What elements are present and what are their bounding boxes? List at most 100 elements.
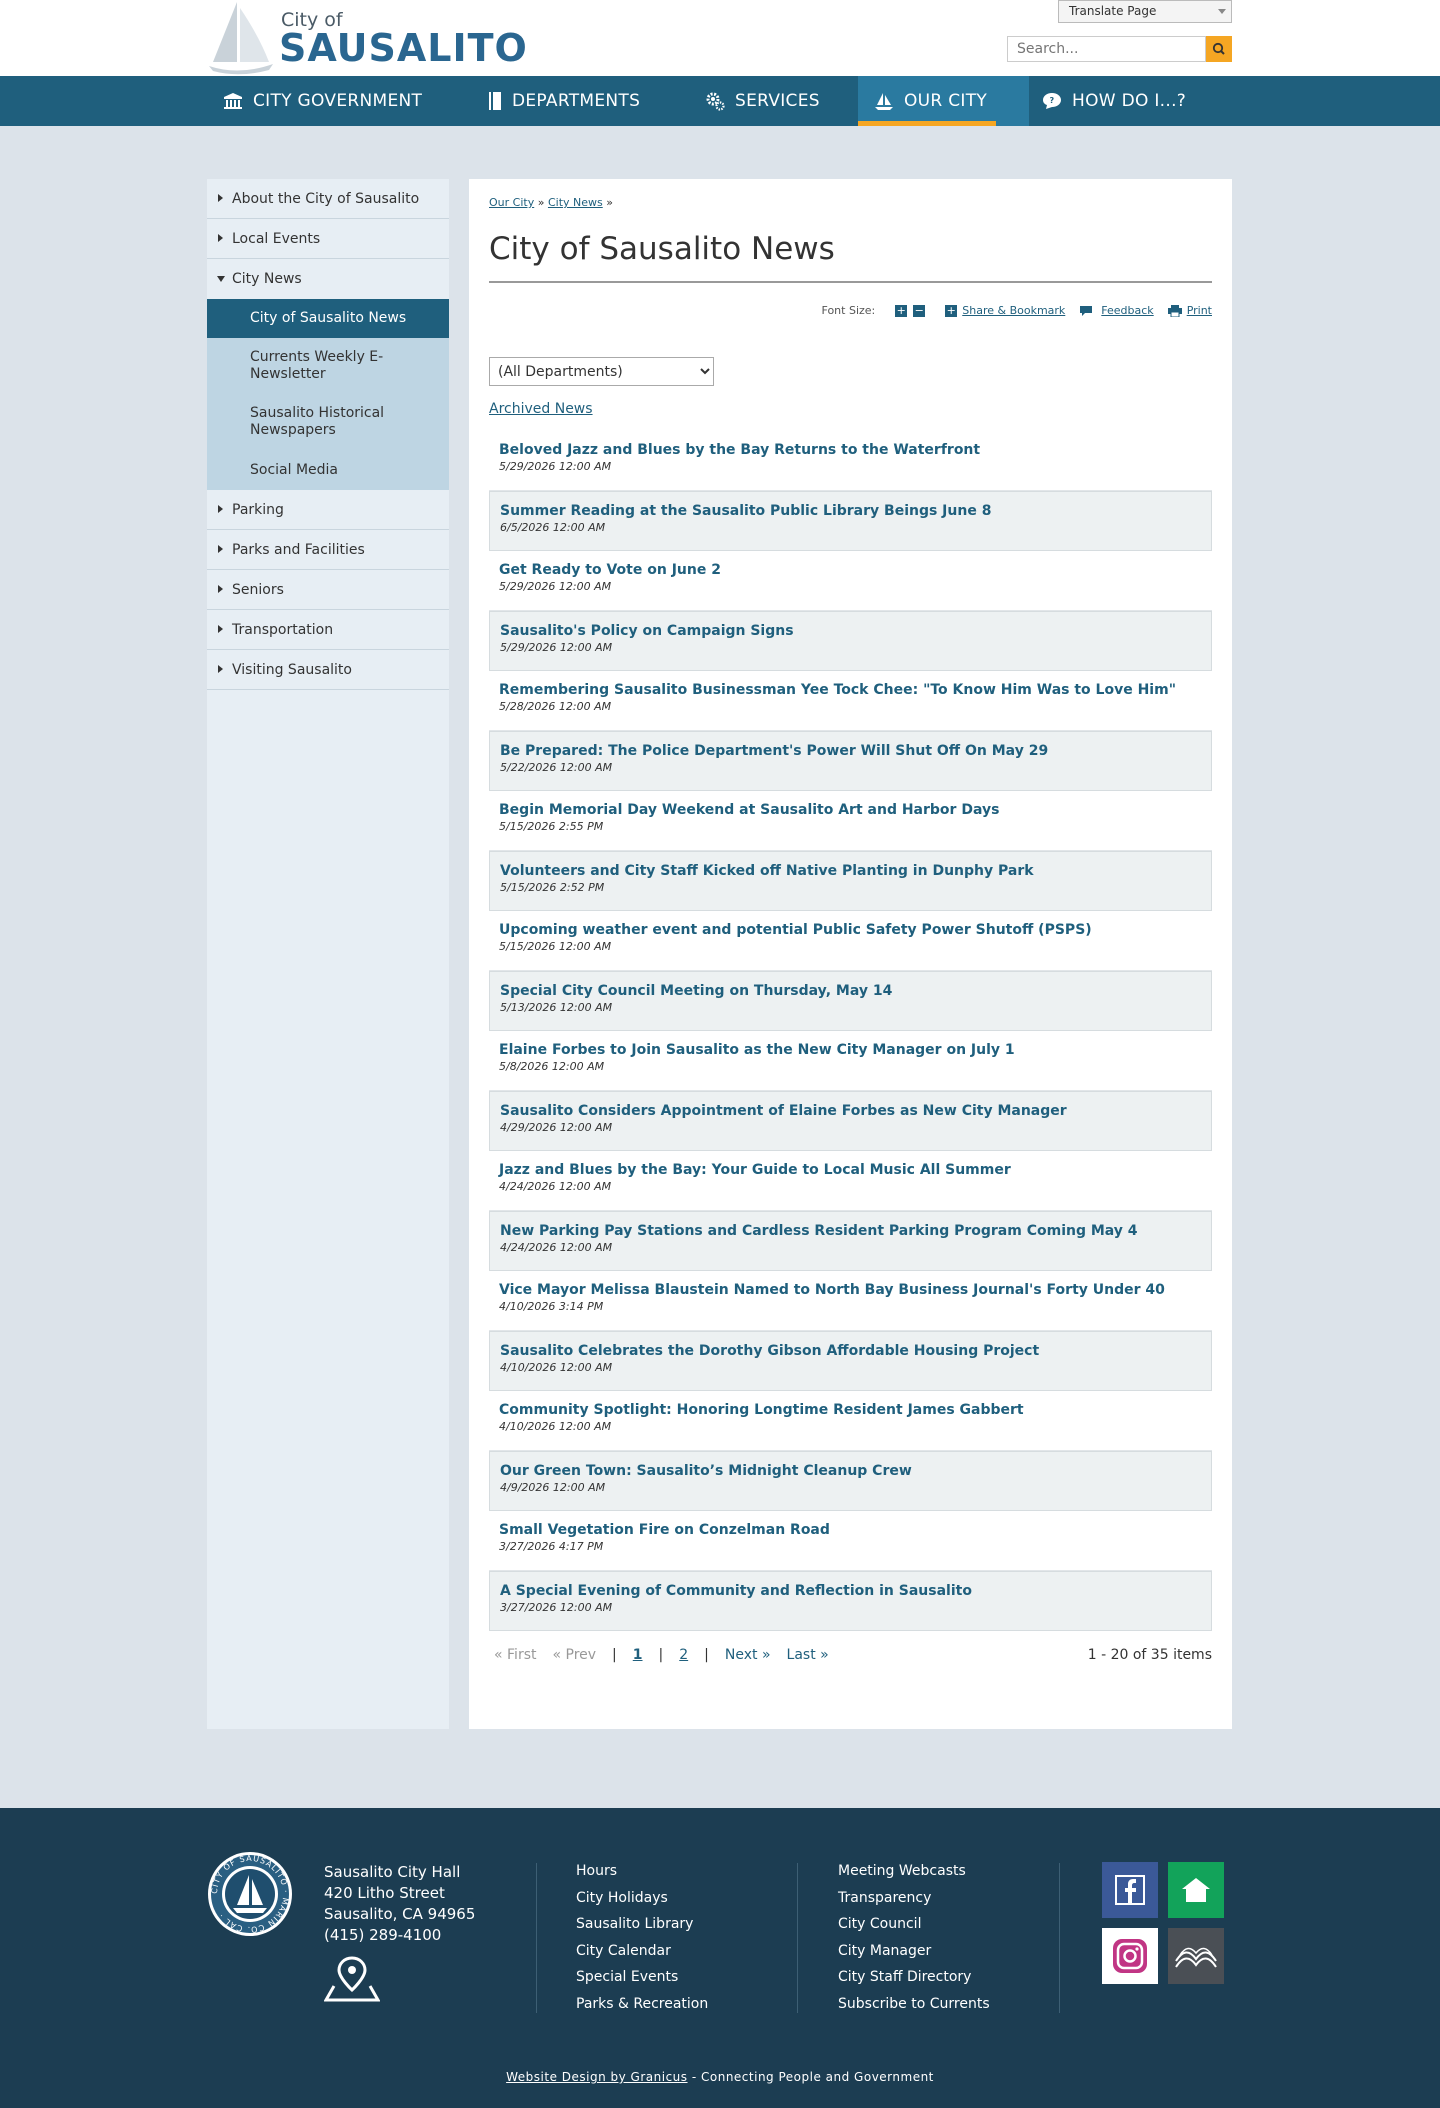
- translate-label: Translate Page: [1069, 4, 1157, 18]
- site-header: City of SAUSALITO Translate Page: [0, 0, 1440, 76]
- pager-page-2[interactable]: 2: [679, 1647, 688, 1663]
- nav-our-city[interactable]: OUR CITY: [858, 76, 1029, 126]
- news-title-link[interactable]: Summer Reading at the Sausalito Public L…: [500, 502, 1201, 520]
- news-title-link[interactable]: Our Green Town: Sausalito’s Midnight Cle…: [500, 1462, 1201, 1480]
- nav-how-do-i[interactable]: ? HOW DO I...?: [1042, 76, 1186, 126]
- sidebar-item-visiting[interactable]: Visiting Sausalito: [207, 650, 449, 690]
- font-decrease-icon[interactable]: −: [913, 304, 926, 317]
- news-date: 5/8/2026 12:00 AM: [499, 1060, 605, 1073]
- sidebar-item-label: Parks and Facilities: [232, 541, 365, 558]
- news-title-link[interactable]: Upcoming weather event and potential Pub…: [499, 921, 1202, 939]
- breadcrumb-city-news[interactable]: City News: [548, 196, 603, 209]
- sidebar-subitem-historical[interactable]: Sausalito Historical Newspapers: [207, 394, 449, 450]
- search-button[interactable]: [1206, 36, 1232, 62]
- department-select[interactable]: (All Departments): [489, 357, 714, 386]
- news-title-link[interactable]: Sausalito Considers Appointment of Elain…: [500, 1102, 1201, 1120]
- nav-departments[interactable]: DEPARTMENTS: [488, 76, 640, 126]
- triangle-right-icon: [218, 505, 223, 513]
- footer-link-council[interactable]: City Council: [838, 1911, 990, 1938]
- archived-news-link[interactable]: Archived News: [489, 401, 593, 417]
- pager-separator: |: [612, 1647, 617, 1663]
- sidebar-subitem-city-news[interactable]: City of Sausalito News: [207, 299, 449, 338]
- footer-link-transparency[interactable]: Transparency: [838, 1885, 990, 1912]
- nav-city-government[interactable]: CITY GOVERNMENT: [223, 76, 422, 126]
- pager-page-1[interactable]: 1: [633, 1647, 643, 1663]
- address-line: Sausalito, CA 94965: [324, 1905, 476, 1923]
- bridge-button[interactable]: [1168, 1928, 1224, 1984]
- breadcrumb-our-city[interactable]: Our City: [489, 196, 534, 209]
- nav-label: DEPARTMENTS: [512, 91, 641, 111]
- news-title-link[interactable]: Beloved Jazz and Blues by the Bay Return…: [499, 441, 1202, 459]
- footer-link-manager[interactable]: City Manager: [838, 1938, 990, 1965]
- news-title-link[interactable]: Sausalito's Policy on Campaign Signs: [500, 622, 1201, 640]
- news-title-link[interactable]: Be Prepared: The Police Department's Pow…: [500, 742, 1201, 760]
- footer-link-hours[interactable]: Hours: [576, 1858, 708, 1885]
- nav-services[interactable]: SERVICES: [705, 76, 820, 126]
- sidebar-item-label: Visiting Sausalito: [232, 661, 352, 678]
- footer-link-special-events[interactable]: Special Events: [576, 1964, 708, 1991]
- sidebar-subitem-currents[interactable]: Currents Weekly E-Newsletter: [207, 338, 449, 394]
- footer-links-col2: Meeting Webcasts Transparency City Counc…: [838, 1858, 990, 2017]
- map-pin-icon[interactable]: [324, 1956, 380, 2002]
- sidebar-item-about[interactable]: About the City of Sausalito: [207, 179, 449, 219]
- footer-link-staff-directory[interactable]: City Staff Directory: [838, 1964, 990, 1991]
- news-date: 5/29/2026 12:00 AM: [499, 580, 612, 593]
- news-title-link[interactable]: Community Spotlight: Honoring Longtime R…: [499, 1401, 1202, 1419]
- translate-dropdown[interactable]: Translate Page: [1058, 0, 1232, 23]
- site-logo[interactable]: City of SAUSALITO: [207, 0, 527, 76]
- news-title-link[interactable]: Small Vegetation Fire on Conzelman Road: [499, 1521, 1202, 1539]
- nav-label: CITY GOVERNMENT: [253, 91, 423, 111]
- news-title-link[interactable]: A Special Evening of Community and Refle…: [500, 1582, 1201, 1600]
- sidebar-item-label: About the City of Sausalito: [232, 190, 420, 207]
- facebook-button[interactable]: [1102, 1862, 1158, 1918]
- sidebar-item-transportation[interactable]: Transportation: [207, 610, 449, 650]
- news-item: Small Vegetation Fire on Conzelman Road 3…: [489, 1511, 1212, 1571]
- print-link[interactable]: Print: [1187, 304, 1212, 317]
- news-date: 4/9/2026 12:00 AM: [500, 1481, 606, 1494]
- news-title-link[interactable]: Remembering Sausalito Businessman Yee To…: [499, 681, 1202, 699]
- news-item: Get Ready to Vote on June 2 5/29/2026 12:…: [489, 551, 1212, 611]
- footer-link-holidays[interactable]: City Holidays: [576, 1885, 708, 1912]
- footer-link-calendar[interactable]: City Calendar: [576, 1938, 708, 1965]
- footer-link-webcasts[interactable]: Meeting Webcasts: [838, 1858, 990, 1885]
- footer-link-parks-rec[interactable]: Parks & Recreation: [576, 1991, 708, 2018]
- sidebar-item-parking[interactable]: Parking: [207, 490, 449, 530]
- sidebar-item-parks[interactable]: Parks and Facilities: [207, 530, 449, 570]
- sidebar-item-local-events[interactable]: Local Events: [207, 219, 449, 259]
- news-item: Sausalito's Policy on Campaign Signs 5/29…: [489, 611, 1212, 671]
- triangle-right-icon: [218, 194, 223, 202]
- news-title-link[interactable]: Elaine Forbes to Join Sausalito as the N…: [499, 1041, 1202, 1059]
- footer-link-subscribe[interactable]: Subscribe to Currents: [838, 1991, 990, 2018]
- font-increase-icon[interactable]: +: [895, 304, 908, 317]
- city-seal-icon: CITY OF SAUSALITO · MARIN CO. CAL ·: [208, 1852, 292, 1936]
- footer-divider: [797, 1863, 798, 2013]
- instagram-button[interactable]: [1102, 1928, 1158, 1984]
- sidebar-subitem-label: City of Sausalito News: [250, 310, 407, 326]
- news-title-link[interactable]: New Parking Pay Stations and Cardless Re…: [500, 1222, 1201, 1240]
- news-title-link[interactable]: Jazz and Blues by the Bay: Your Guide to…: [499, 1161, 1202, 1179]
- news-title-link[interactable]: Special City Council Meeting on Thursday…: [500, 982, 1201, 1000]
- search-input[interactable]: [1007, 36, 1206, 62]
- news-item: Summer Reading at the Sausalito Public L…: [489, 491, 1212, 551]
- pager-prev: « Prev: [552, 1647, 597, 1663]
- feedback-link[interactable]: Feedback: [1101, 304, 1153, 317]
- footer-link-library[interactable]: Sausalito Library: [576, 1911, 708, 1938]
- sidebar-subitem-social-media[interactable]: Social Media: [207, 450, 449, 490]
- sidebar-item-seniors[interactable]: Seniors: [207, 570, 449, 610]
- phone-number: (415) 289-4100: [324, 1926, 442, 1944]
- news-title-link[interactable]: Sausalito Celebrates the Dorothy Gibson …: [500, 1342, 1201, 1360]
- news-title-link[interactable]: Volunteers and City Staff Kicked off Nat…: [500, 862, 1201, 880]
- news-title-link[interactable]: Get Ready to Vote on June 2: [499, 561, 1202, 579]
- pager-separator: |: [704, 1647, 709, 1663]
- pager-next[interactable]: Next »: [725, 1647, 771, 1663]
- nextdoor-button[interactable]: [1168, 1862, 1224, 1918]
- sidebar-item-city-news[interactable]: City News: [207, 259, 449, 299]
- share-bookmark-link[interactable]: Share & Bookmark: [962, 304, 1065, 317]
- news-date: 6/5/2026 12:00 AM: [500, 521, 606, 534]
- news-item: Our Green Town: Sausalito’s Midnight Cle…: [489, 1451, 1212, 1511]
- news-title-link[interactable]: Begin Memorial Day Weekend at Sausalito …: [499, 801, 1202, 819]
- pager-last[interactable]: Last »: [787, 1647, 829, 1663]
- news-item: Special City Council Meeting on Thursday…: [489, 971, 1212, 1031]
- granicus-link[interactable]: Website Design by Granicus: [506, 2070, 687, 2084]
- news-title-link[interactable]: Vice Mayor Melissa Blaustein Named to No…: [499, 1281, 1202, 1299]
